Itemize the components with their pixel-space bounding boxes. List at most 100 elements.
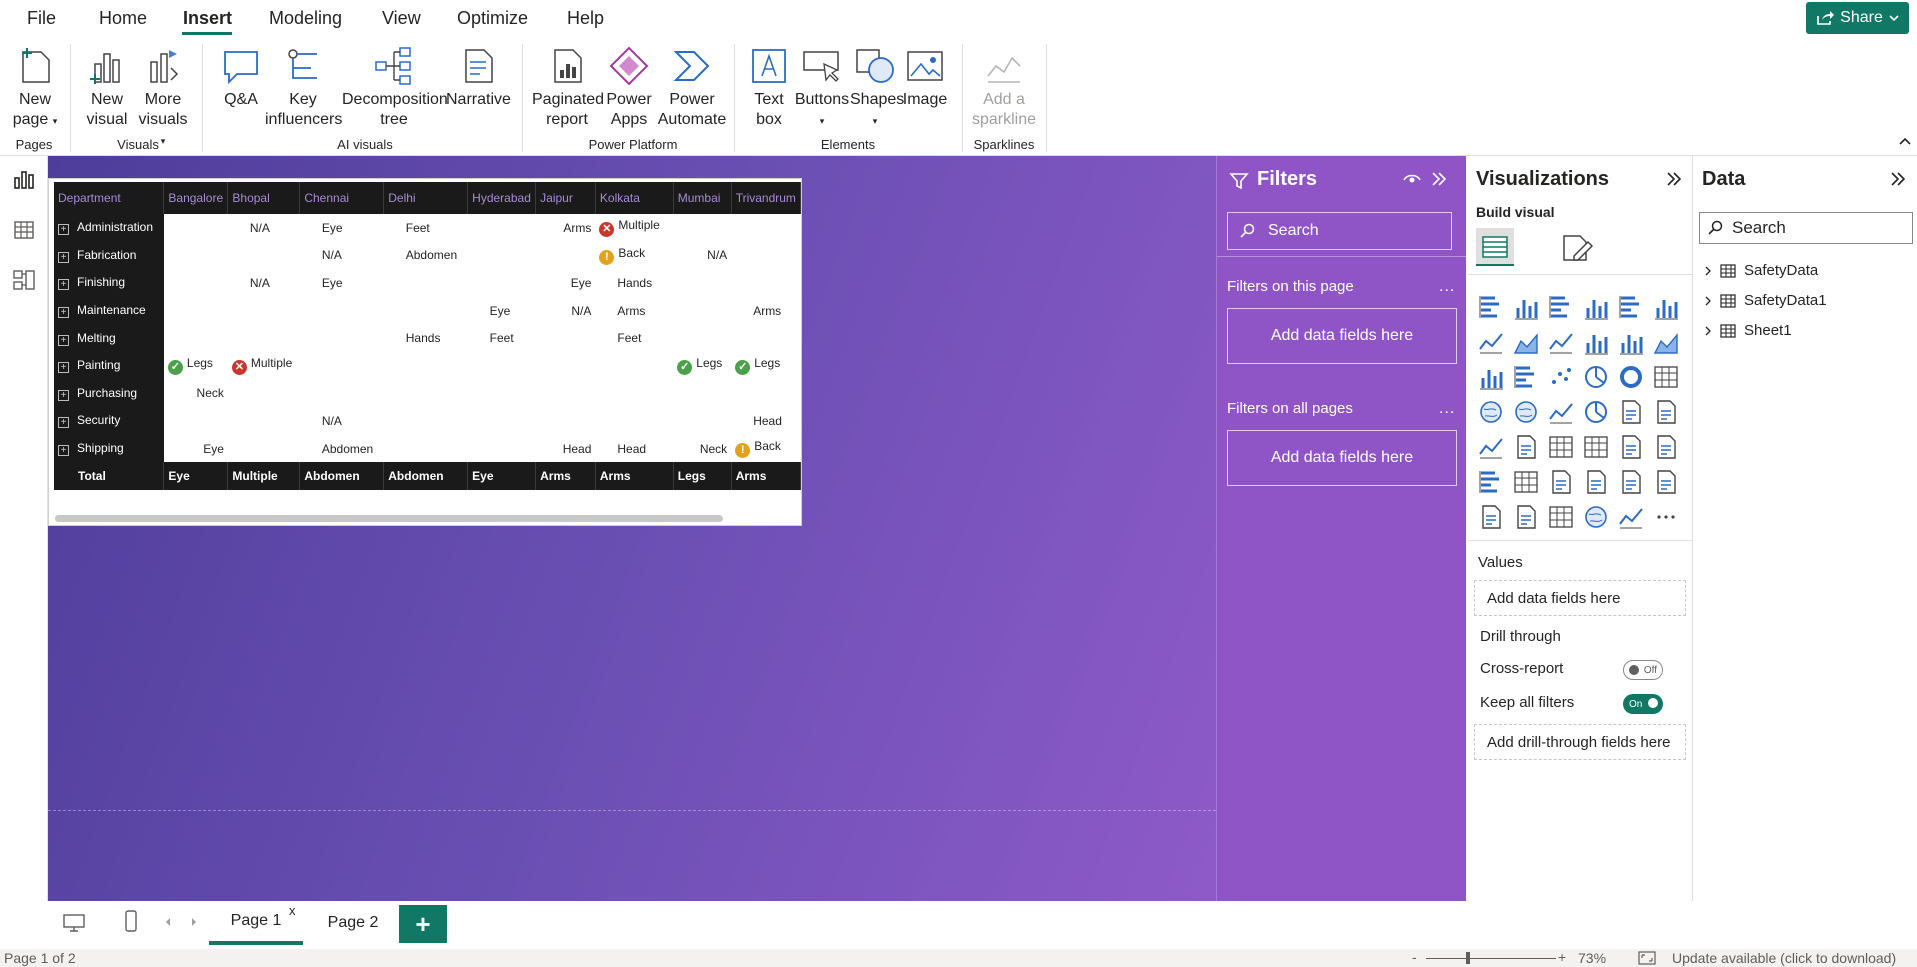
line-chart-icon[interactable] — [1478, 329, 1504, 355]
qa-button[interactable]: Q&A — [218, 46, 264, 110]
row-header[interactable]: + Painting — [54, 351, 164, 380]
donut-icon[interactable] — [1618, 364, 1644, 390]
new-visual-button[interactable]: New visual — [82, 46, 132, 130]
update-available-link[interactable]: Update available (click to download) — [1672, 950, 1896, 966]
custom-visual-icon[interactable] — [1548, 504, 1574, 530]
decomposition-tree-button[interactable]: Decomposition tree — [342, 46, 448, 130]
zoom-slider-thumb[interactable] — [1466, 952, 1470, 964]
matrix-icon[interactable] — [1583, 434, 1609, 460]
column-header[interactable]: Delhi — [383, 182, 469, 214]
expand-icon[interactable]: + — [58, 417, 69, 429]
expand-icon[interactable]: + — [58, 279, 69, 291]
table-icon[interactable] — [1548, 434, 1574, 460]
page-filter-well[interactable]: Add data fields here — [1227, 308, 1457, 364]
filters-search-input[interactable]: Search — [1227, 212, 1452, 250]
menu-file[interactable]: File — [27, 8, 56, 29]
stacked-bar-icon[interactable] — [1478, 294, 1504, 320]
column-header[interactable]: Hyderabad — [467, 182, 537, 214]
narrative-button[interactable]: Narrative — [446, 46, 511, 110]
row-header[interactable]: + Security — [54, 407, 164, 435]
qa-icon[interactable] — [1548, 469, 1574, 495]
row-header[interactable]: + Melting — [54, 324, 164, 352]
collapse-ribbon-icon[interactable] — [1898, 136, 1912, 146]
slicer-icon[interactable] — [1513, 434, 1539, 460]
add-sparkline-button[interactable]: Add a sparkline — [970, 46, 1038, 130]
share-button[interactable]: Share — [1806, 2, 1909, 34]
row-header[interactable]: + Administration — [54, 214, 164, 242]
expand-icon[interactable]: + — [58, 389, 69, 401]
multi-row-card-icon[interactable] — [1653, 399, 1679, 425]
row-header[interactable]: + Finishing — [54, 269, 164, 297]
filled-map-icon[interactable] — [1513, 399, 1539, 425]
format-visual-icon[interactable] — [1560, 232, 1594, 264]
report-view-icon[interactable] — [12, 168, 36, 192]
more-options-icon[interactable]: ... — [1439, 400, 1455, 418]
pie-icon[interactable] — [1583, 364, 1609, 390]
card-icon[interactable] — [1618, 399, 1644, 425]
mobile-layout-icon[interactable] — [124, 909, 138, 933]
desktop-layout-icon[interactable] — [62, 913, 86, 933]
data-table-item[interactable]: SafetyData1 — [1704, 292, 1827, 309]
expand-icon[interactable]: + — [58, 445, 69, 457]
data-search-input[interactable]: Search — [1699, 212, 1913, 244]
stacked-column-icon[interactable] — [1513, 294, 1539, 320]
more-visuals-button[interactable]: More visuals ▾ — [138, 46, 188, 151]
values-field-well[interactable]: Add data fields here — [1474, 580, 1686, 616]
menu-insert[interactable]: Insert — [183, 8, 232, 29]
expand-icon[interactable]: + — [58, 224, 69, 236]
menu-help[interactable]: Help — [567, 8, 604, 29]
paginated-report-button[interactable]: Paginated report — [532, 46, 604, 130]
collapse-visualizations-icon[interactable] — [1666, 172, 1682, 186]
decomposition-tree-icon[interactable] — [1513, 469, 1539, 495]
kpi-icon[interactable] — [1478, 434, 1504, 460]
scroll-right-icon[interactable] — [190, 917, 198, 927]
expand-icon[interactable]: + — [58, 251, 69, 263]
gauge-icon[interactable] — [1583, 399, 1609, 425]
metrics-icon[interactable] — [1618, 469, 1644, 495]
table-view-icon[interactable] — [12, 218, 36, 242]
column-header[interactable]: Bhopal — [227, 182, 301, 214]
report-canvas[interactable]: Department Bangalore Bhopal Chennai Delhi Hyd… — [48, 156, 1216, 901]
python-visual-icon[interactable] — [1653, 434, 1679, 460]
expand-icon[interactable]: + — [58, 307, 69, 319]
keep-all-filters-toggle[interactable]: On — [1623, 694, 1663, 714]
column-header[interactable]: Mumbai — [673, 182, 732, 214]
stacked-area-icon[interactable] — [1548, 329, 1574, 355]
waterfall-icon[interactable] — [1478, 364, 1504, 390]
column-header[interactable]: Jaipur — [535, 182, 596, 214]
row-header[interactable]: + Purchasing — [54, 379, 164, 408]
scroll-left-icon[interactable] — [164, 917, 172, 927]
chevron-right-icon[interactable] — [1704, 265, 1712, 277]
menu-view[interactable]: View — [382, 8, 421, 29]
column-header[interactable]: Department — [54, 182, 165, 214]
clustered-column-icon[interactable] — [1583, 294, 1609, 320]
text-box-button[interactable]: Text box — [748, 46, 790, 130]
azure-map-icon[interactable] — [1548, 399, 1574, 425]
power-automate-button[interactable]: Power Automate — [657, 46, 727, 130]
all-pages-filter-well[interactable]: Add data fields here — [1227, 430, 1457, 486]
menu-home[interactable]: Home — [99, 8, 147, 29]
power-automate-icon[interactable] — [1618, 504, 1644, 530]
new-page-button[interactable]: New page ▾ — [10, 46, 60, 131]
add-page-button[interactable]: + — [399, 905, 447, 943]
column-header[interactable]: Trivandrum — [731, 182, 802, 214]
build-visual-tab[interactable] — [1476, 228, 1514, 266]
fit-to-page-icon[interactable] — [1638, 951, 1656, 965]
column-header[interactable]: Chennai — [299, 182, 385, 214]
100-column-icon[interactable] — [1653, 294, 1679, 320]
collapse-filters-icon[interactable] — [1431, 172, 1447, 186]
scatter-icon[interactable] — [1548, 364, 1574, 390]
expand-icon[interactable]: + — [58, 362, 69, 374]
more-visuals-icon[interactable] — [1653, 504, 1679, 530]
row-header[interactable]: + Shipping — [54, 434, 164, 463]
line-clustered-column-icon[interactable] — [1618, 329, 1644, 355]
zoom-slider[interactable] — [1426, 958, 1556, 959]
eye-icon[interactable] — [1403, 172, 1421, 186]
menu-optimize[interactable]: Optimize — [457, 8, 528, 29]
matrix-visual[interactable]: Department Bangalore Bhopal Chennai Delhi Hyd… — [48, 178, 802, 526]
model-view-icon[interactable] — [12, 268, 36, 292]
drill-through-field-well[interactable]: Add drill-through fields here — [1474, 724, 1686, 760]
zoom-out-button[interactable]: - — [1412, 949, 1417, 965]
horizontal-scrollbar[interactable] — [55, 515, 723, 522]
column-header[interactable]: Bangalore — [163, 182, 229, 214]
